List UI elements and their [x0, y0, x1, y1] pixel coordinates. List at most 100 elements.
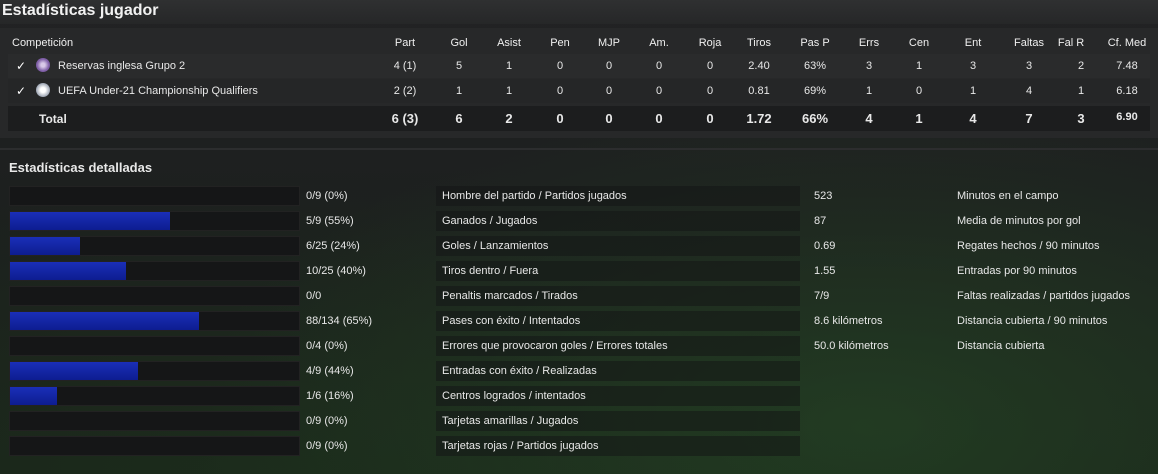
check-icon[interactable]: ✓: [16, 84, 26, 98]
stat-label: Penaltis marcados / Tirados: [442, 290, 578, 302]
total-errs: 4: [865, 111, 873, 126]
total-pen: 0: [556, 111, 564, 126]
cell-errs: 1: [865, 85, 873, 97]
header-cen[interactable]: Cen: [894, 37, 944, 49]
header-part[interactable]: Part: [380, 37, 430, 49]
header-falr[interactable]: Fal R: [1046, 37, 1096, 49]
stat-value: 0/4 (0%): [306, 340, 348, 352]
cell-pasp: 69%: [803, 85, 827, 97]
total-gol: 6: [455, 111, 463, 126]
table-row[interactable]: ✓ Reservas inglesa Grupo 2 4 (1) 5 1 0 0…: [8, 54, 1150, 78]
cell-pen: 0: [556, 60, 564, 72]
stat-bar: [9, 186, 300, 206]
stat-value: 6/25 (24%): [306, 240, 360, 252]
total-mjp: 0: [605, 111, 613, 126]
cell-roja: 0: [706, 60, 714, 72]
stat-value: 0/0: [306, 290, 322, 302]
stat-bar-fill: [10, 362, 138, 380]
cell-gol: 5: [455, 60, 463, 72]
title-bar: Estadísticas jugador: [0, 0, 1158, 24]
check-icon[interactable]: ✓: [16, 59, 26, 73]
header-pasp[interactable]: Pas P: [790, 37, 840, 49]
cell-part: 2 (2): [393, 85, 417, 97]
header-asist[interactable]: Asist: [484, 37, 534, 49]
cell-mjp: 0: [605, 85, 613, 97]
stat-bar-fill: [10, 312, 199, 330]
cell-faltas: 4: [1025, 85, 1033, 97]
stat-label: Tarjetas amarillas / Jugados: [442, 415, 579, 427]
header-competition[interactable]: Competición: [12, 37, 73, 49]
cell-asist: 1: [505, 85, 513, 97]
summary-table: Competición Part Gol Asist Pen MJP Am. R…: [0, 28, 1158, 138]
stat-bar: [9, 211, 300, 231]
stat-bar: [9, 236, 300, 256]
header-errs[interactable]: Errs: [844, 37, 894, 49]
cell-tiros: 0.81: [748, 85, 770, 97]
right-stat-label: Faltas realizadas / partidos jugados: [957, 290, 1131, 302]
stat-bar-fill: [10, 237, 80, 255]
header-am[interactable]: Am.: [634, 37, 684, 49]
header-ent[interactable]: Ent: [948, 37, 998, 49]
cell-cen: 1: [915, 60, 923, 72]
cell-cen: 0: [915, 85, 923, 97]
table-row[interactable]: ✓ UEFA Under-21 Championship Qualifiers …: [8, 79, 1150, 103]
stat-label: Centros logrados / intentados: [442, 390, 586, 402]
header-tiros[interactable]: Tiros: [734, 37, 784, 49]
cell-am: 0: [655, 60, 663, 72]
cell-ent: 1: [969, 85, 977, 97]
total-row: Total 6 (3) 6 2 0 0 0 0 1.72 66% 4 1 4 7…: [8, 106, 1150, 131]
total-ent: 4: [969, 111, 977, 126]
cell-mjp: 0: [605, 60, 613, 72]
competition-name[interactable]: Reservas inglesa Grupo 2: [58, 60, 185, 72]
header-roja[interactable]: Roja: [685, 37, 735, 49]
stat-label: Tarjetas rojas / Partidos jugados: [442, 440, 599, 452]
right-stat-label: Entradas por 90 minutos: [957, 265, 1077, 277]
cell-asist: 1: [505, 60, 513, 72]
right-stat-label: Regates hechos / 90 minutos: [957, 240, 1100, 252]
divider: [0, 148, 1158, 150]
total-am: 0: [655, 111, 663, 126]
cell-ent: 3: [969, 60, 977, 72]
right-stat-value: 1.55: [814, 265, 836, 277]
total-tiros: 1.72: [746, 111, 772, 126]
right-stat-value: 7/9: [814, 290, 830, 302]
right-stat-value: 8.6 kilómetros: [814, 315, 883, 327]
stat-bar: [9, 386, 300, 406]
right-stat-value: 0.69: [814, 240, 836, 252]
stat-value: 0/9 (0%): [306, 415, 348, 427]
cell-errs: 3: [865, 60, 873, 72]
cell-roja: 0: [706, 85, 714, 97]
header-mjp[interactable]: MJP: [584, 37, 634, 49]
stat-label: Tiros dentro / Fuera: [442, 265, 539, 277]
header-gol[interactable]: Gol: [434, 37, 484, 49]
stat-label: Errores que provocaron goles / Errores t…: [442, 340, 668, 352]
total-part: 6 (3): [391, 111, 419, 126]
cell-tiros: 2.40: [748, 60, 770, 72]
stat-bar: [9, 411, 300, 431]
competition-name[interactable]: UEFA Under-21 Championship Qualifiers: [58, 85, 258, 97]
stat-value: 88/134 (65%): [306, 315, 373, 327]
cell-cfmed: 7.48: [1116, 60, 1138, 72]
right-stat-value: 87: [814, 215, 827, 227]
stat-value: 5/9 (55%): [306, 215, 354, 227]
right-stat-value: 50.0 kilómetros: [814, 340, 889, 352]
cell-falr: 2: [1077, 60, 1085, 72]
stat-label: Pases con éxito / Intentados: [442, 315, 581, 327]
header-pen[interactable]: Pen: [535, 37, 585, 49]
competition-logo: [36, 58, 50, 72]
cell-gol: 1: [455, 85, 463, 97]
header-cfmed[interactable]: Cf. Med: [1102, 37, 1152, 49]
stat-value: 4/9 (44%): [306, 365, 354, 377]
cell-am: 0: [655, 85, 663, 97]
stat-value: 10/25 (40%): [306, 265, 366, 277]
total-asist: 2: [505, 111, 513, 126]
stat-bar-fill: [10, 212, 170, 230]
total-faltas: 7: [1025, 111, 1033, 126]
cell-part: 4 (1): [393, 60, 417, 72]
competition-logo: [36, 83, 50, 97]
stat-value: 0/9 (0%): [306, 440, 348, 452]
total-cen: 1: [915, 111, 923, 126]
right-stat-label: Distancia cubierta: [957, 340, 1045, 352]
right-stat-value: 523: [814, 190, 833, 202]
total-falr: 3: [1077, 111, 1085, 126]
